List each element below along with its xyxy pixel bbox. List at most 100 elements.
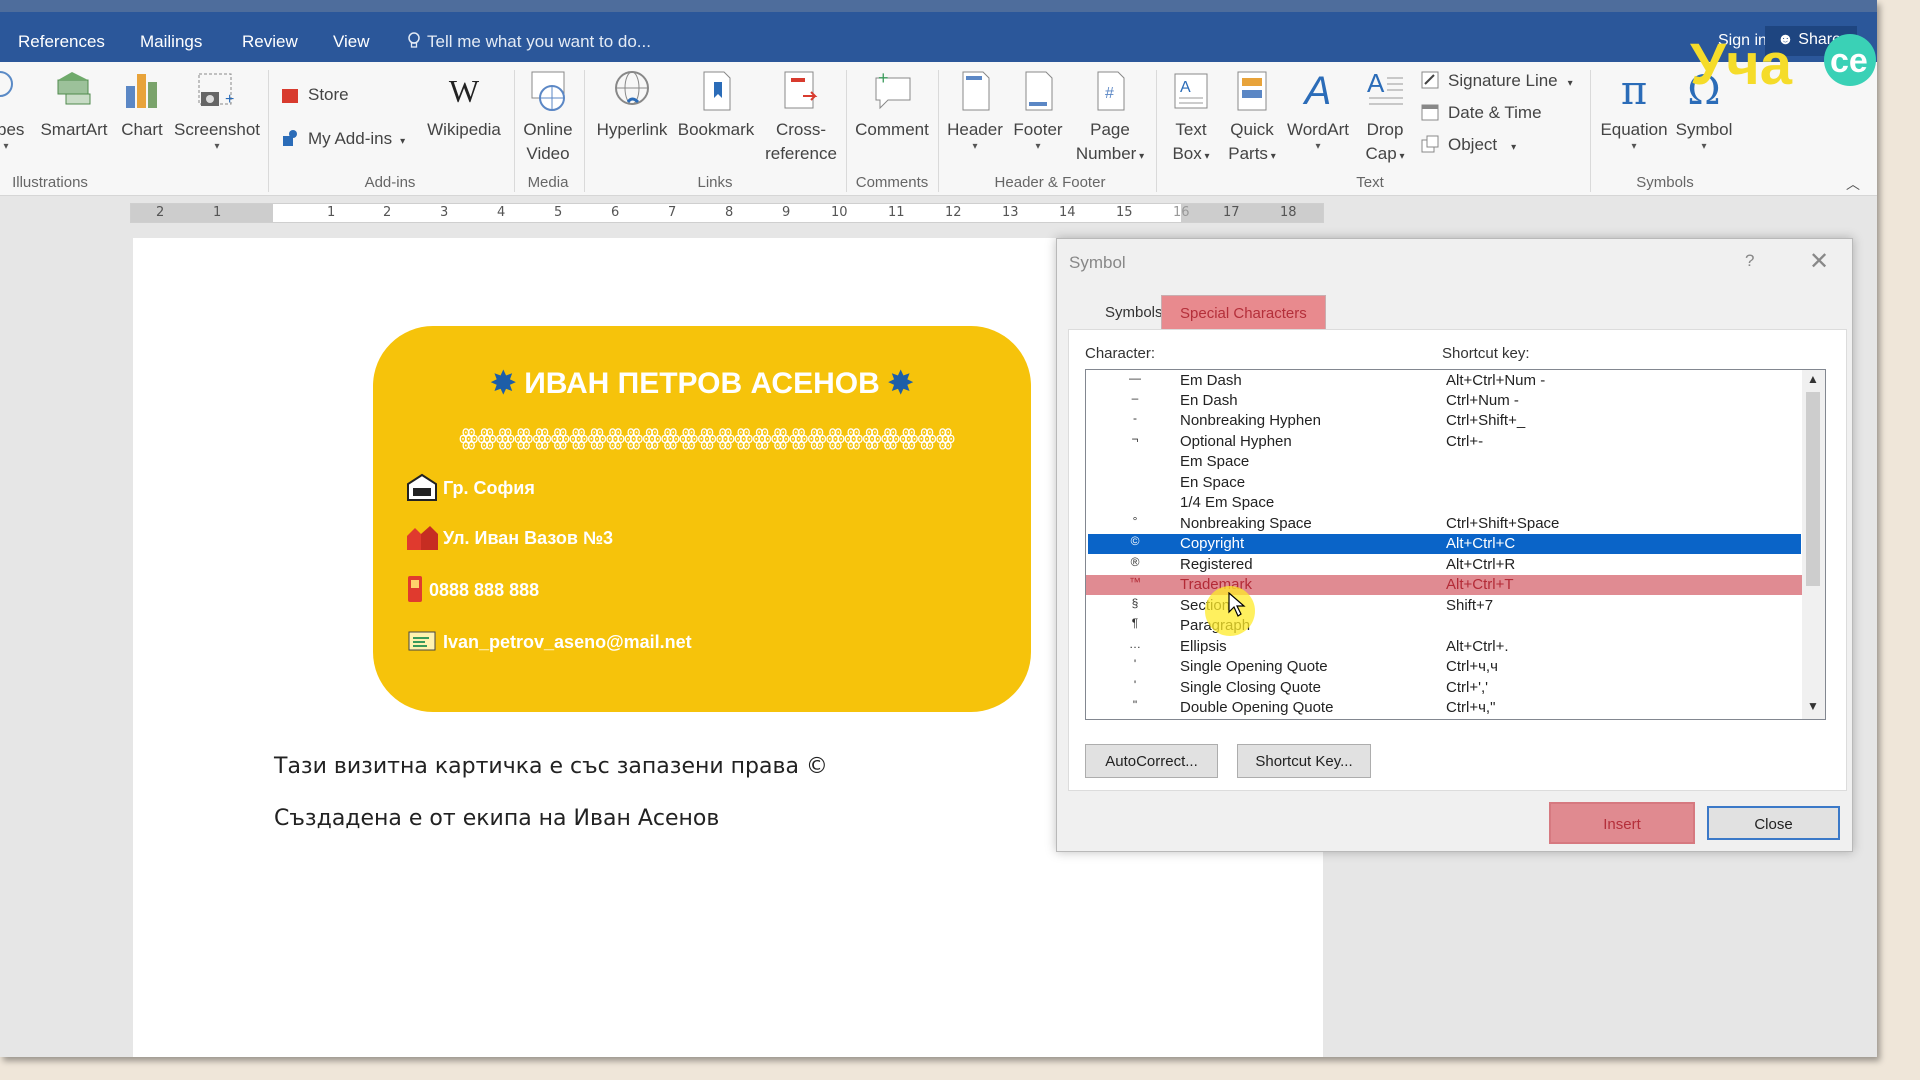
card-ornament: ꙮꙮꙮꙮꙮꙮꙮꙮꙮꙮꙮꙮꙮꙮꙮꙮꙮꙮꙮꙮꙮꙮꙮꙮꙮꙮꙮ	[459, 426, 955, 451]
insert-ribbon: apes▾ SmartArt Chart + Screenshot▾ Illus…	[0, 62, 1877, 196]
autocorrect-button[interactable]: AutoCorrect...	[1085, 744, 1218, 778]
list-item-highlighted[interactable]: ™ Trademark Alt+Ctrl+T	[1086, 575, 1802, 595]
my-addins-button[interactable]: My Add-ins ▾	[280, 128, 405, 149]
ruler-number: 4	[497, 205, 506, 220]
equation-label: Equation	[1600, 120, 1668, 139]
equation-button[interactable]: π Equation ▾	[1594, 68, 1674, 152]
screenshot-button[interactable]: + Screenshot ▾	[172, 68, 262, 152]
document-paragraph[interactable]: Тази визитна картичка е със запазени пра…	[274, 754, 828, 779]
shortcut-key-button[interactable]: Shortcut Key...	[1237, 744, 1371, 778]
tab-review[interactable]: Review	[242, 32, 298, 52]
character-name: Copyright	[1180, 535, 1245, 552]
help-icon[interactable]: ?	[1745, 251, 1754, 271]
tell-me-search[interactable]: Tell me what you want to do...	[407, 32, 651, 52]
signature-icon	[1421, 71, 1439, 89]
mouse-pointer-icon	[1228, 592, 1246, 617]
object-button[interactable]: Object ▾	[1420, 134, 1516, 155]
character-name: Em Dash	[1180, 372, 1242, 389]
close-icon[interactable]: ✕	[1809, 247, 1829, 276]
list-item[interactable]: En Space	[1088, 473, 1801, 493]
ruler-number: 15	[1116, 205, 1133, 220]
special-characters-list[interactable]: — Em Dash Alt+Ctrl+Num - – En Dash Ctrl+Num …	[1085, 369, 1826, 720]
scroll-down-icon[interactable]: ▼	[1807, 699, 1819, 713]
tab-special-characters[interactable]: Special Characters	[1161, 295, 1326, 329]
card-street-line: Ул. Иван Вазов №3	[405, 522, 613, 552]
list-item[interactable]: ¶Paragraph	[1088, 616, 1801, 636]
svg-text:A: A	[1180, 79, 1191, 96]
wordart-button[interactable]: A WordArt ▾	[1282, 68, 1354, 152]
group-divider	[1156, 70, 1157, 192]
ruler-number: 12	[945, 205, 962, 220]
cross-reference-button[interactable]: Cross-reference	[760, 68, 842, 166]
list-item[interactable]: ° Nonbreaking Space Ctrl+Shift+Space	[1088, 514, 1801, 534]
list-item[interactable]: - Nonbreaking Hyphen Ctrl+Shift+_	[1088, 411, 1801, 431]
list-item-selected[interactable]: © Copyright Alt+Ctrl+C	[1088, 534, 1801, 554]
group-comments: Comments	[855, 174, 929, 191]
tab-mailings[interactable]: Mailings	[140, 32, 202, 52]
cross-reference-label-1: Cross-	[775, 120, 827, 139]
camera-icon: +	[198, 73, 234, 108]
list-item[interactable]: ' Single Closing Quote Ctrl+','	[1088, 678, 1801, 698]
scroll-up-icon[interactable]: ▲	[1807, 372, 1819, 386]
page-number-button[interactable]: # Page Number ▾	[1068, 68, 1152, 169]
list-scrollbar[interactable]: ▲ ▼	[1802, 370, 1825, 719]
shapes-label: apes	[0, 120, 25, 139]
business-card[interactable]: ✸ ИВАН ПЕТРОВ АСЕНОВ ✸ ꙮꙮꙮꙮꙮꙮꙮꙮꙮꙮꙮꙮꙮꙮꙮꙮꙮ…	[373, 326, 1031, 712]
document-paragraph[interactable]: Създадена е от екипа на Иван Асенов	[274, 806, 719, 831]
list-item[interactable]: Em Space	[1088, 452, 1801, 472]
column-header-character: Character:	[1085, 345, 1156, 362]
column-header-shortcut: Shortcut key:	[1442, 345, 1530, 362]
cross-reference-label-2: reference	[765, 144, 837, 163]
svg-text:+: +	[878, 68, 889, 88]
ruler-number: 2	[383, 205, 392, 220]
hyperlink-button[interactable]: Hyperlink	[590, 68, 674, 142]
shapes-button[interactable]: apes▾	[0, 68, 26, 152]
text-box-button[interactable]: A Text Box ▾	[1160, 68, 1222, 169]
tell-me-text: Tell me what you want to do...	[427, 32, 651, 51]
ribbon-tab-bar: References Mailings Review View Tell me …	[0, 0, 1877, 62]
quick-parts-button[interactable]: Quick Parts ▾	[1222, 68, 1282, 169]
list-item[interactable]: " Double Opening Quote Ctrl+ч,"	[1088, 698, 1801, 718]
scrollbar-thumb[interactable]	[1806, 392, 1820, 586]
smartart-button[interactable]: SmartArt	[38, 68, 110, 142]
list-item[interactable]: ' Single Opening Quote Ctrl+ч,ч	[1088, 657, 1801, 677]
star-icon: ✸	[490, 367, 516, 400]
chart-button[interactable]: Chart	[116, 68, 168, 142]
wikipedia-button[interactable]: W Wikipedia	[420, 68, 508, 142]
tab-references[interactable]: References	[18, 32, 105, 52]
list-item[interactable]: ¬ Optional Hyphen Ctrl+-	[1088, 432, 1801, 452]
close-button[interactable]: Close	[1707, 806, 1840, 840]
ruler-number: 13	[1002, 205, 1019, 220]
list-item[interactable]: – En Dash Ctrl+Num -	[1088, 391, 1801, 411]
group-header-footer: Header & Footer	[994, 174, 1106, 191]
list-item[interactable]: ® Registered Alt+Ctrl+R	[1088, 555, 1801, 575]
comment-button[interactable]: + Comment	[850, 68, 934, 142]
list-item[interactable]: §SectionShift+7	[1088, 596, 1801, 616]
store-label: Store	[308, 85, 349, 104]
list-item[interactable]: — Em Dash Alt+Ctrl+Num -	[1088, 371, 1801, 391]
insert-button[interactable]: Insert	[1549, 802, 1695, 844]
list-item[interactable]: 1/4 Em Space	[1088, 493, 1801, 513]
collapse-ribbon-icon[interactable]: ︿	[1846, 174, 1860, 194]
store-button[interactable]: Store	[280, 84, 349, 105]
svg-text:+: +	[225, 91, 234, 108]
signature-line-button[interactable]: Signature Line ▾	[1420, 70, 1573, 91]
shortcut-key: Ctrl+-	[1446, 433, 1484, 450]
header-button[interactable]: Header ▾	[944, 68, 1006, 152]
ruler-number: 11	[888, 205, 905, 220]
drop-cap-button[interactable]: A Drop Cap ▾	[1356, 68, 1414, 169]
bookmark-button[interactable]: Bookmark	[674, 68, 758, 142]
group-addins: Add-ins	[364, 174, 416, 191]
character-glyph: "	[1132, 698, 1138, 712]
text-box-icon: A	[1174, 73, 1208, 109]
footer-button[interactable]: Footer ▾	[1008, 68, 1068, 152]
tab-view[interactable]: View	[333, 32, 370, 52]
list-item[interactable]: … Ellipsis Alt+Ctrl+.	[1088, 637, 1801, 657]
symbol-dialog: Symbol ? ✕ Symbols Special Characters Ch…	[1056, 238, 1853, 852]
drop-cap-label-2: Cap	[1365, 144, 1397, 163]
character-name: Registered	[1180, 556, 1253, 573]
date-time-button[interactable]: Date & Time	[1420, 102, 1542, 123]
ruler-number: 1	[327, 205, 336, 220]
online-video-button[interactable]: Online Video	[520, 68, 576, 166]
character-glyph: …	[1129, 637, 1141, 651]
